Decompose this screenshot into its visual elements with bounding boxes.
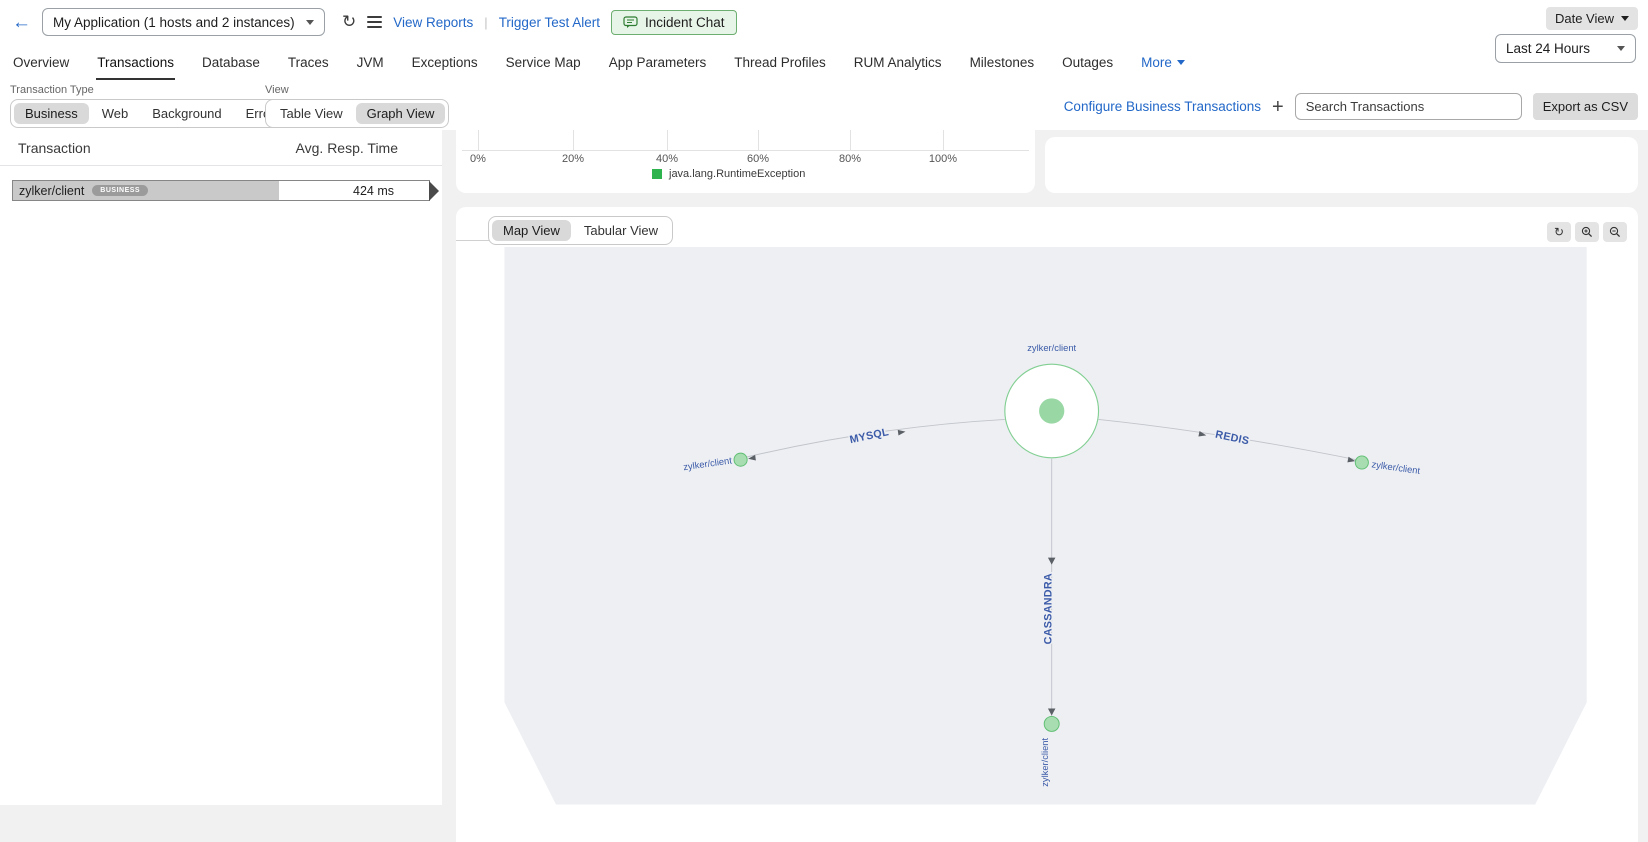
transaction-name: zylker/client <box>19 184 84 198</box>
service-map[interactable]: MYSQL REDIS CASSANDRA zylker/client zylk… <box>456 247 1638 842</box>
top-bar: ← My Application (1 hosts and 2 instance… <box>0 0 1648 44</box>
search-transactions-input[interactable] <box>1295 93 1522 120</box>
filter-bar: Transaction Type Business Web Background… <box>0 80 1648 130</box>
transactions-panel: Transaction Avg. Resp. Time zylker/clien… <box>0 130 442 805</box>
tab-milestones[interactable]: Milestones <box>969 44 1036 80</box>
time-range-selector[interactable]: Last 24 Hours <box>1495 34 1636 63</box>
transaction-type-background[interactable]: Background <box>141 103 232 124</box>
node-bottom-label: zylker/client <box>1040 738 1050 787</box>
gridline <box>943 130 944 150</box>
nav-tabs: Overview Transactions Database Traces JV… <box>0 44 1648 80</box>
view-label: View <box>265 84 449 96</box>
transaction-type-web[interactable]: Web <box>91 103 140 124</box>
tab-thread-profiles[interactable]: Thread Profiles <box>733 44 827 80</box>
view-graph-view[interactable]: Graph View <box>356 103 446 124</box>
chart-legend[interactable]: java.lang.RuntimeException <box>652 168 805 180</box>
view-table-view[interactable]: Table View <box>269 103 354 124</box>
incident-chat-button[interactable]: Incident Chat <box>611 10 737 35</box>
legend-swatch-icon <box>652 169 662 179</box>
node-right[interactable] <box>1355 456 1368 469</box>
transaction-type-group: Transaction Type Business Web Background… <box>10 84 296 128</box>
gridline <box>573 130 574 150</box>
view-reports-link[interactable]: View Reports <box>393 15 473 30</box>
column-transaction: Transaction <box>18 140 91 156</box>
column-avg-resp-time: Avg. Resp. Time <box>296 140 398 156</box>
zoom-out-icon <box>1609 226 1621 238</box>
legend-label: java.lang.RuntimeException <box>669 168 805 180</box>
export-csv-button[interactable]: Export as CSV <box>1533 93 1638 120</box>
date-view-label: Date View <box>1555 11 1614 26</box>
refresh-icon[interactable]: ↻ <box>342 12 356 32</box>
chat-icon <box>623 16 638 29</box>
zoom-in-button[interactable] <box>1575 222 1599 242</box>
tab-app-parameters[interactable]: App Parameters <box>608 44 708 80</box>
back-icon[interactable]: ← <box>12 13 31 32</box>
configure-business-transactions-link[interactable]: Configure Business Transactions <box>1064 99 1261 114</box>
empty-summary-card <box>1045 137 1638 193</box>
reset-zoom-icon: ↻ <box>1554 225 1564 239</box>
tab-more-label: More <box>1141 55 1172 70</box>
x-axis <box>462 150 1029 151</box>
node-bottom[interactable] <box>1044 716 1059 731</box>
view-group: View Table View Graph View <box>265 84 449 128</box>
x-tick-0: 0% <box>456 153 500 165</box>
x-tick-80: 80% <box>828 153 872 165</box>
tab-outages[interactable]: Outages <box>1061 44 1114 80</box>
tab-map-view[interactable]: Map View <box>492 220 571 241</box>
transaction-row[interactable]: zylker/client BUSINESS 424 ms <box>12 180 430 201</box>
x-tick-100: 100% <box>921 153 965 165</box>
divider: | <box>484 15 487 30</box>
service-map-card: Map View Tabular View ↻ <box>456 207 1638 842</box>
node-center-label: zylker/client <box>1027 343 1076 353</box>
application-selector-value: My Application (1 hosts and 2 instances) <box>53 15 295 30</box>
tab-rum-analytics[interactable]: RUM Analytics <box>853 44 943 80</box>
transaction-type-label: Transaction Type <box>10 84 296 96</box>
exceptions-chart-card: 0% 20% 40% 60% 80% 100% java.lang.Runtim… <box>456 130 1035 193</box>
x-tick-40: 40% <box>645 153 689 165</box>
gridline <box>667 130 668 150</box>
map-controls: ↻ <box>1547 222 1627 242</box>
chevron-down-icon <box>1617 46 1625 51</box>
node-left[interactable] <box>734 453 747 466</box>
tab-database[interactable]: Database <box>201 44 261 80</box>
map-view-tabs: Map View Tabular View <box>488 216 673 245</box>
row-selected-arrow-icon <box>429 181 439 201</box>
date-view-button[interactable]: Date View <box>1546 7 1638 30</box>
x-tick-20: 20% <box>551 153 595 165</box>
transactions-table-header: Transaction Avg. Resp. Time <box>0 130 442 166</box>
tab-traces[interactable]: Traces <box>287 44 330 80</box>
tab-jvm[interactable]: JVM <box>356 44 385 80</box>
chevron-down-icon <box>1621 16 1629 21</box>
edge-label-cassandra: CASSANDRA <box>1043 573 1055 644</box>
tab-transactions[interactable]: Transactions <box>96 44 175 80</box>
gridline <box>850 130 851 150</box>
add-icon[interactable]: + <box>1272 97 1284 117</box>
chevron-down-icon <box>1177 60 1185 65</box>
tab-more[interactable]: More <box>1140 44 1186 80</box>
zoom-in-icon <box>1581 226 1593 238</box>
gridline <box>478 130 479 150</box>
business-badge: BUSINESS <box>92 185 148 196</box>
x-tick-60: 60% <box>736 153 780 165</box>
node-center-core[interactable] <box>1039 398 1064 423</box>
content-area: Transaction Avg. Resp. Time zylker/clien… <box>0 130 1648 842</box>
zoom-out-button[interactable] <box>1603 222 1627 242</box>
tab-tabular-view[interactable]: Tabular View <box>573 220 669 241</box>
avg-resp-time-value: 424 ms <box>353 184 394 198</box>
reset-zoom-button[interactable]: ↻ <box>1547 222 1571 242</box>
filter-actions: Configure Business Transactions + Export… <box>1064 93 1638 120</box>
tab-exceptions[interactable]: Exceptions <box>411 44 479 80</box>
incident-chat-label: Incident Chat <box>645 15 725 30</box>
tab-service-map[interactable]: Service Map <box>505 44 582 80</box>
transaction-type-business[interactable]: Business <box>14 103 89 124</box>
chevron-down-icon <box>306 20 314 25</box>
application-selector[interactable]: My Application (1 hosts and 2 instances) <box>42 8 325 36</box>
trigger-test-alert-link[interactable]: Trigger Test Alert <box>499 15 600 30</box>
gridline <box>758 130 759 150</box>
menu-icon[interactable] <box>367 16 382 28</box>
view-segments: Table View Graph View <box>265 99 449 128</box>
transaction-type-segments: Business Web Background Errors <box>10 99 296 128</box>
time-range-value: Last 24 Hours <box>1506 41 1590 56</box>
tab-overview[interactable]: Overview <box>12 44 70 80</box>
